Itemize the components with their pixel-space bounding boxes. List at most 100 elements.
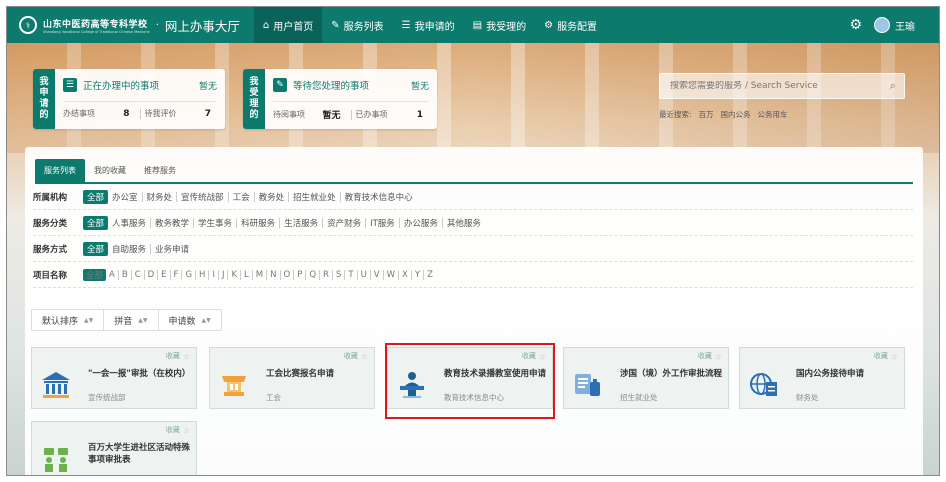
- done-items[interactable]: 已办事项 1: [356, 109, 430, 120]
- filter-option[interactable]: D: [145, 270, 158, 280]
- service-title: 国内公务接待申请: [796, 369, 865, 379]
- filter-option[interactable]: W: [384, 270, 398, 280]
- filter-option[interactable]: 教务处: [255, 191, 289, 203]
- in-progress-title[interactable]: 正在办理中的事项: [83, 78, 199, 92]
- menu-service-list[interactable]: ✎ 服务列表: [322, 7, 392, 43]
- filter-option[interactable]: N: [267, 270, 279, 280]
- filter-option[interactable]: 业务申请: [151, 243, 193, 255]
- in-progress-count: 暂无: [198, 81, 217, 92]
- service-card[interactable]: 收藏 ☆ 涉国（境）外工作审批流程 招生就业处: [563, 347, 729, 409]
- my-applications-tag[interactable]: 我申请的: [33, 69, 55, 129]
- recent-searches: 最近搜索: 百万 国内公务 公务用车: [659, 109, 788, 120]
- service-card[interactable]: 收藏 ☆ "一会一报"审批（在校内） 宣传统战部: [31, 347, 197, 409]
- filter-option[interactable]: J: [219, 270, 228, 280]
- sort-arrows-icon: ▲▼: [138, 316, 148, 324]
- menu-my-applications[interactable]: ☰ 我申请的: [393, 7, 464, 43]
- trophy-icon: [222, 376, 246, 396]
- filter-option[interactable]: M: [253, 270, 266, 280]
- filter-option[interactable]: 教育技术信息中心: [341, 191, 417, 203]
- waiting-title[interactable]: 等待您处理的事项: [293, 78, 411, 92]
- filter-option[interactable]: 资产财务: [323, 217, 365, 229]
- sort-apply-count[interactable]: 申请数 ▲▼: [159, 310, 221, 330]
- filter-option[interactable]: S: [333, 270, 344, 280]
- tab-service-list[interactable]: 服务列表: [35, 159, 85, 182]
- filter-option[interactable]: B: [119, 270, 131, 280]
- filter-option[interactable]: K: [228, 270, 240, 280]
- filter-option[interactable]: E: [158, 270, 169, 280]
- menu-service-config[interactable]: ⚙ 服务配置: [535, 7, 606, 43]
- recent-search-item[interactable]: 国内公务: [721, 109, 751, 120]
- filter-option[interactable]: 教务教学: [151, 217, 193, 229]
- settings-gear-icon[interactable]: ⚙: [849, 17, 862, 33]
- filter-option[interactable]: 人事服务: [108, 217, 150, 229]
- tab-recommended[interactable]: 推荐服务: [135, 159, 185, 182]
- filter-option[interactable]: 工会: [229, 191, 254, 203]
- service-dept: 工会: [266, 393, 281, 402]
- filter-option[interactable]: 科研服务: [237, 217, 279, 229]
- filter-option[interactable]: C: [132, 270, 144, 280]
- pending-evaluation[interactable]: 待我评价 7: [145, 108, 218, 119]
- service-card[interactable]: 收藏 ☆ 工会比赛报名申请 工会: [209, 347, 375, 409]
- filter-option[interactable]: V: [371, 270, 383, 280]
- filter-option[interactable]: Y: [412, 270, 423, 280]
- service-card[interactable]: 收藏 ☆ 国内公务接待申请 财务处: [739, 347, 905, 409]
- filter-option[interactable]: 全部: [83, 215, 109, 230]
- avatar[interactable]: [874, 17, 890, 33]
- filter-option[interactable]: 财务处: [143, 191, 177, 203]
- filter-option[interactable]: U: [358, 270, 370, 280]
- filter-option[interactable]: I: [209, 270, 218, 280]
- filter-option[interactable]: H: [196, 270, 208, 280]
- filter-option[interactable]: 办公服务: [400, 217, 442, 229]
- service-card[interactable]: 收藏 ☆ 百万大学生进社区活动特殊事项审批表: [31, 421, 197, 475]
- filter-option[interactable]: 全部: [83, 241, 109, 256]
- main-menu: ⌂ 用户首页 ✎ 服务列表 ☰ 我申请的 ▤ 我受理的 ⚙ 服务配置: [253, 7, 606, 43]
- favorite-button[interactable]: 收藏 ☆: [166, 425, 190, 435]
- filter-option[interactable]: 全部: [83, 189, 109, 204]
- recent-search-item[interactable]: 百万: [699, 109, 714, 120]
- sort-default[interactable]: 默认排序 ▲▼: [32, 310, 105, 330]
- filter-option[interactable]: 生活服务: [280, 217, 322, 229]
- filter-option[interactable]: P: [294, 270, 305, 280]
- filter-option[interactable]: X: [399, 270, 411, 280]
- list-icon: ☰: [63, 78, 77, 92]
- filter-option[interactable]: 学生事务: [194, 217, 236, 229]
- user-name[interactable]: 王瑜: [895, 18, 915, 33]
- favorite-button[interactable]: 收藏 ☆: [166, 351, 190, 361]
- search-icon[interactable]: ⌕: [882, 79, 904, 93]
- to-read-items[interactable]: 待阅事项 暂无: [273, 108, 347, 121]
- filter-option[interactable]: R: [320, 270, 332, 280]
- sort-arrows-icon: ▲▼: [201, 316, 211, 324]
- filter-option[interactable]: 其他服务: [443, 217, 485, 229]
- star-icon: ☆: [714, 351, 722, 361]
- filter-option[interactable]: 办公室: [108, 191, 142, 203]
- filter-option[interactable]: A: [106, 270, 118, 280]
- favorite-button[interactable]: 收藏 ☆: [874, 351, 898, 361]
- star-icon: ☆: [360, 351, 368, 361]
- filter-option[interactable]: Z: [424, 270, 436, 280]
- filter-option[interactable]: Q: [306, 270, 319, 280]
- school-logo[interactable]: ⚕ 山东中医药高等专科学校 Shandong Vocational Colleg…: [19, 16, 240, 35]
- finished-items[interactable]: 办结事项 8: [63, 108, 136, 119]
- gears-icon: ⚙: [544, 19, 554, 31]
- my-accepted-tag[interactable]: 我受理的: [243, 69, 265, 129]
- filter-option[interactable]: 宣传统战部: [177, 191, 228, 203]
- filter-option[interactable]: IT服务: [366, 217, 399, 229]
- filter-option[interactable]: T: [345, 270, 356, 280]
- recent-search-item[interactable]: 公务用车: [758, 109, 788, 120]
- filter-option[interactable]: 自助服务: [108, 243, 150, 255]
- waiting-count: 暂无: [410, 81, 429, 92]
- tab-my-favorites[interactable]: 我的收藏: [85, 159, 135, 182]
- favorite-button[interactable]: 收藏 ☆: [698, 351, 722, 361]
- filter-option[interactable]: L: [241, 270, 252, 280]
- menu-home[interactable]: ⌂ 用户首页: [253, 7, 323, 43]
- search-input[interactable]: [660, 81, 882, 91]
- filter-option[interactable]: 全部: [83, 268, 107, 281]
- filter-option[interactable]: F: [171, 270, 182, 280]
- sort-pinyin[interactable]: 拼音 ▲▼: [104, 310, 159, 330]
- favorite-button[interactable]: 收藏 ☆: [344, 351, 368, 361]
- passport-luggage-icon: [575, 374, 600, 396]
- filter-option[interactable]: 招生就业处: [289, 191, 340, 203]
- menu-my-accepted[interactable]: ▤ 我受理的: [464, 7, 535, 43]
- filter-option[interactable]: O: [281, 270, 294, 280]
- filter-option[interactable]: G: [182, 270, 195, 280]
